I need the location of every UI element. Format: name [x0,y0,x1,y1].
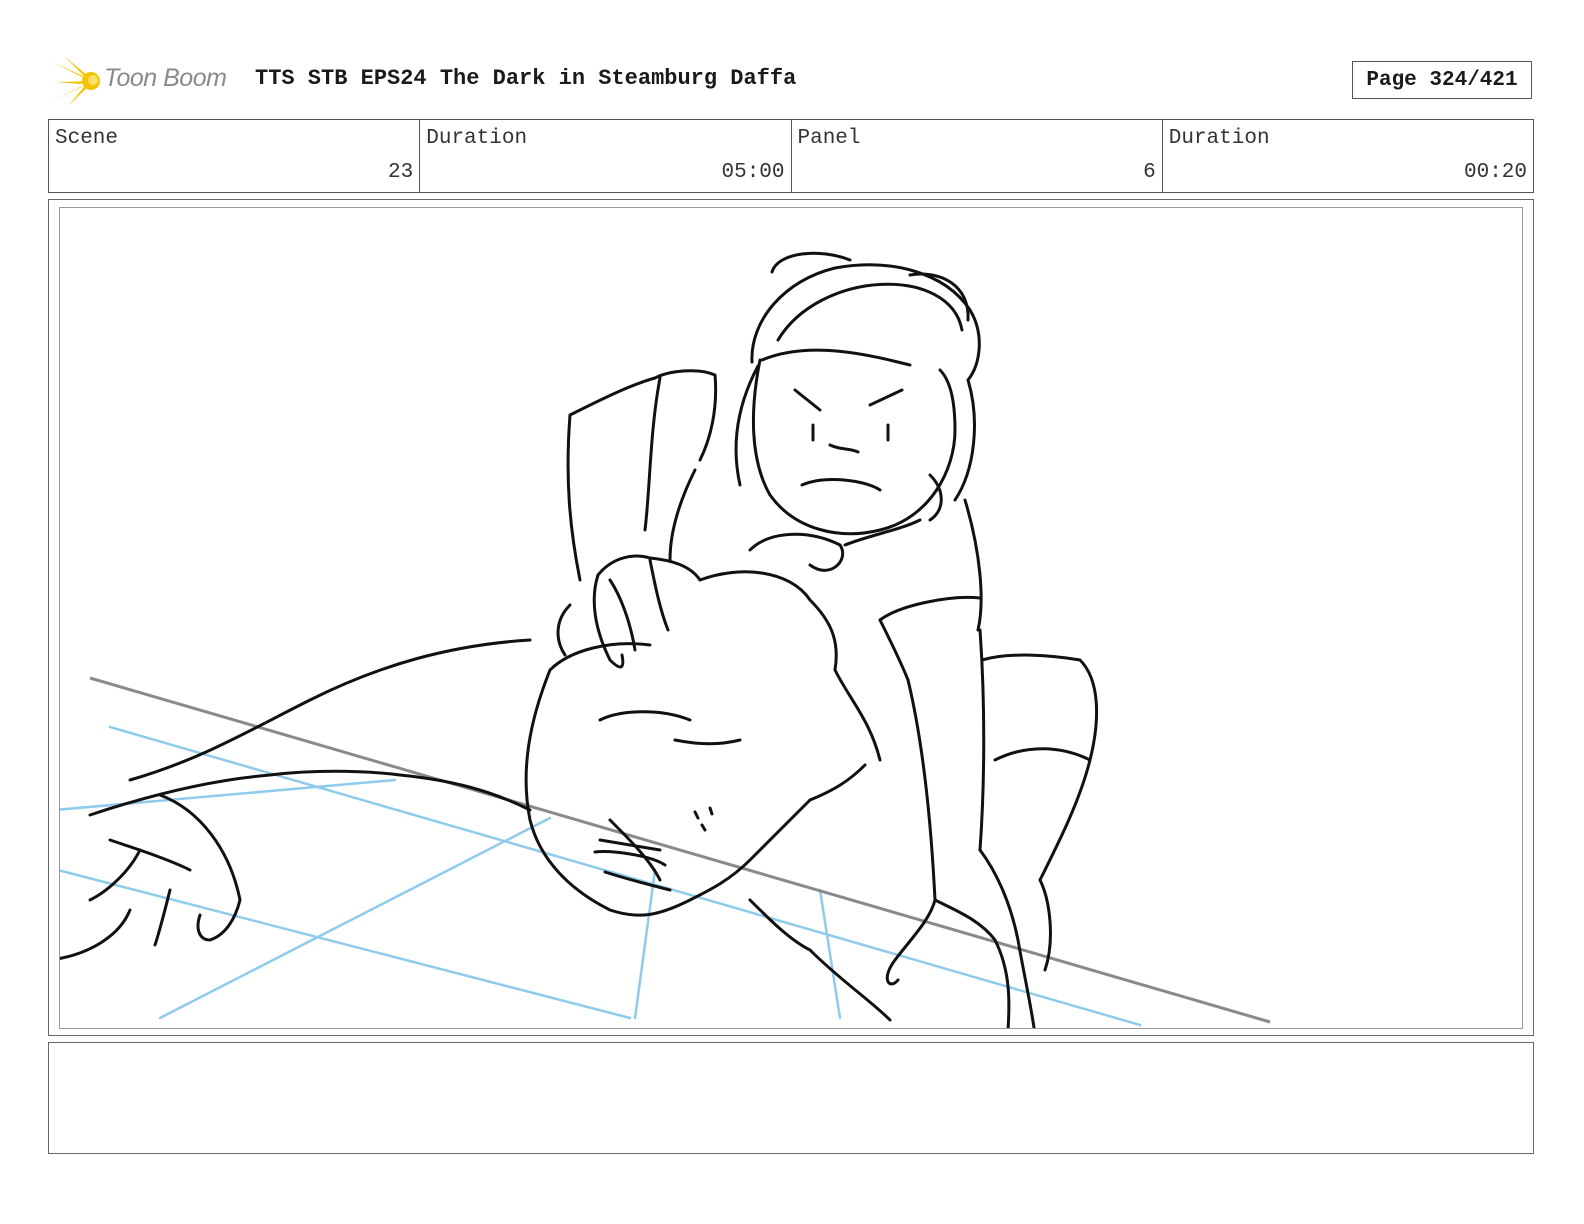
panel-value: 6 [1143,161,1156,184]
scene-value: 23 [388,161,414,184]
panel-duration-value: 00:20 [1463,161,1527,184]
scene-label: Scene [55,127,119,150]
character-sketch [60,251,1098,1028]
logo-wordmark: Toon Boom [104,64,227,92]
panel-info-row: Scene 23 Duration 05:00 Panel 6 Duration… [48,119,1534,193]
scene-duration-value: 05:00 [721,161,785,184]
horizon-line [89,676,1271,1024]
panel-label: Panel [797,127,861,150]
perspective-guides [60,725,1142,1027]
panel-duration-cell: Duration 00:20 [1163,120,1533,192]
document-title: TTS STB EPS24 The Dark in Steamburg Daff… [255,66,797,91]
notes-box [48,1042,1534,1154]
scene-duration-label: Duration [426,127,528,150]
page-indicator: Page 324/421 [1352,61,1532,99]
scene-duration-cell: Duration 05:00 [420,120,792,192]
toon-boom-logo: Toon Boom [50,54,240,108]
toon-boom-starburst-icon [52,56,100,106]
panel-duration-label: Duration [1168,127,1270,150]
panel-cell: Panel 6 [792,120,1163,192]
scene-cell: Scene 23 [49,120,421,192]
sketch-drawing [60,251,1271,1028]
storyboard-panel-image [59,207,1523,1029]
